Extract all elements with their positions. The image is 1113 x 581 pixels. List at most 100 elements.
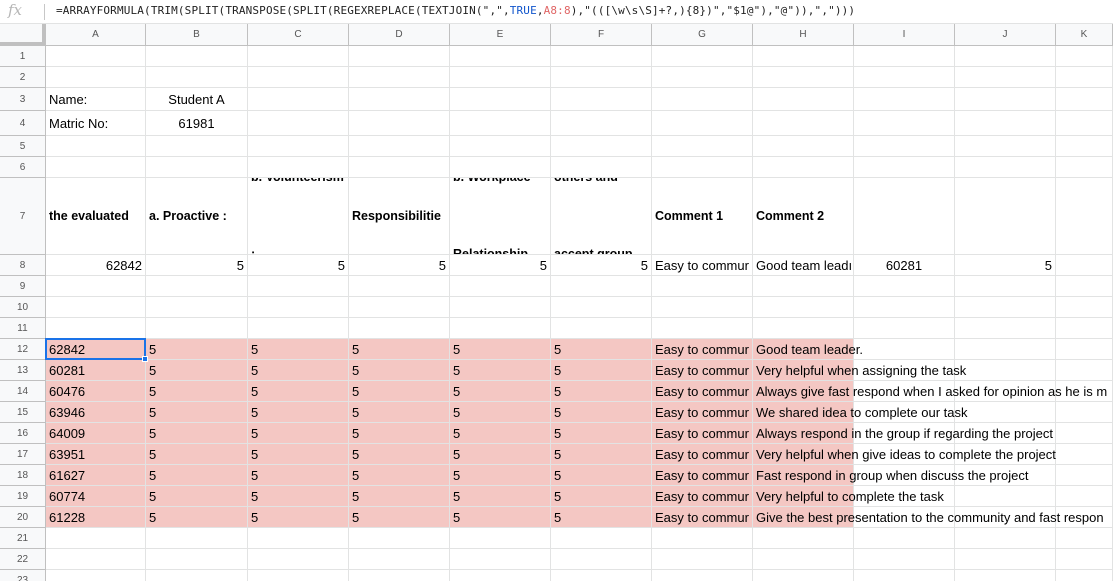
cell-g7[interactable]: Comment 1 [652,178,753,255]
cell-h11[interactable] [753,318,854,339]
cell-g16[interactable]: Easy to commur [652,423,753,444]
cell-d3[interactable] [349,88,450,111]
cell-e22[interactable] [450,549,551,570]
cell-e18[interactable]: 5 [450,465,551,486]
cell-d14[interactable]: 5 [349,381,450,402]
cell-b16[interactable]: 5 [146,423,248,444]
cell-k17[interactable] [1056,444,1113,465]
cell-a18[interactable]: 61627 [46,465,146,486]
cell-e23[interactable] [450,570,551,581]
fill-handle[interactable] [142,356,148,362]
cell-a2[interactable] [46,67,146,88]
row-header-1[interactable]: 1 [0,46,46,67]
cell-j11[interactable] [955,318,1056,339]
cell-g15[interactable]: Easy to commur [652,402,753,423]
cell-g3[interactable] [652,88,753,111]
cell-a5[interactable] [46,136,146,157]
cell-b8[interactable]: 5 [146,255,248,276]
cell-k4[interactable] [1056,111,1113,136]
cell-g17[interactable]: Easy to commur [652,444,753,465]
cell-f8[interactable]: 5 [551,255,652,276]
cell-g11[interactable] [652,318,753,339]
row-header-9[interactable]: 9 [0,276,46,297]
cell-h5[interactable] [753,136,854,157]
cell-i10[interactable] [854,297,955,318]
cell-i2[interactable] [854,67,955,88]
cell-e17[interactable]: 5 [450,444,551,465]
cell-g12[interactable]: Easy to commur [652,339,753,360]
cell-a3[interactable]: Name: [46,88,146,111]
cell-h3[interactable] [753,88,854,111]
cell-e8[interactable]: 5 [450,255,551,276]
cell-g1[interactable] [652,46,753,67]
row-header-15[interactable]: 15 [0,402,46,423]
cell-c10[interactable] [248,297,349,318]
cell-h17[interactable]: Very helpful when give ideas to complete… [753,444,1056,465]
cell-b13[interactable]: 5 [146,360,248,381]
cell-d13[interactable]: 5 [349,360,450,381]
cell-b5[interactable] [146,136,248,157]
cell-d22[interactable] [349,549,450,570]
cell-i22[interactable] [854,549,955,570]
cell-k8[interactable] [1056,255,1113,276]
cell-i4[interactable] [854,111,955,136]
cell-d5[interactable] [349,136,450,157]
column-header-a[interactable]: A [46,24,146,46]
cell-d17[interactable]: 5 [349,444,450,465]
cell-j15[interactable] [955,402,1056,423]
cell-f1[interactable] [551,46,652,67]
row-header-21[interactable]: 21 [0,528,46,549]
cell-a8[interactable]: 62842 [46,255,146,276]
cell-k21[interactable] [1056,528,1113,549]
cell-d1[interactable] [349,46,450,67]
cell-k16[interactable] [1056,423,1113,444]
cell-e19[interactable]: 5 [450,486,551,507]
cell-h6[interactable] [753,157,854,178]
cell-f2[interactable] [551,67,652,88]
cell-a16[interactable]: 64009 [46,423,146,444]
cell-j4[interactable] [955,111,1056,136]
cell-k7[interactable] [1056,178,1113,255]
cell-e6[interactable] [450,157,551,178]
cell-i3[interactable] [854,88,955,111]
cell-k5[interactable] [1056,136,1113,157]
row-header-8[interactable]: 8 [0,255,46,276]
cell-a12[interactable]: 62842 [46,339,146,360]
cell-a11[interactable] [46,318,146,339]
cell-h10[interactable] [753,297,854,318]
cell-c23[interactable] [248,570,349,581]
cell-h4[interactable] [753,111,854,136]
cell-f16[interactable]: 5 [551,423,652,444]
formula-bar[interactable]: fx =ARRAYFORMULA(TRIM(SPLIT(TRANSPOSE(SP… [0,0,1113,24]
cell-a21[interactable] [46,528,146,549]
cell-h8[interactable]: Good team leadı [753,255,854,276]
cell-j1[interactable] [955,46,1056,67]
cell-h19[interactable]: Very helpful to complete the task [753,486,944,507]
row-header-18[interactable]: 18 [0,465,46,486]
cell-b20[interactable]: 5 [146,507,248,528]
cell-c18[interactable]: 5 [248,465,349,486]
cell-c22[interactable] [248,549,349,570]
cell-a20[interactable]: 61228 [46,507,146,528]
cell-g5[interactable] [652,136,753,157]
cell-k15[interactable] [1056,402,1113,423]
cell-d6[interactable] [349,157,450,178]
row-header-17[interactable]: 17 [0,444,46,465]
cell-k22[interactable] [1056,549,1113,570]
cell-e16[interactable]: 5 [450,423,551,444]
cell-e1[interactable] [450,46,551,67]
cell-i9[interactable] [854,276,955,297]
formula-input[interactable]: =ARRAYFORMULA(TRIM(SPLIT(TRANSPOSE(SPLIT… [56,4,855,17]
cell-h16[interactable]: Always respond in the group if regarding… [753,423,1053,444]
cell-d2[interactable] [349,67,450,88]
cell-i5[interactable] [854,136,955,157]
cell-d16[interactable]: 5 [349,423,450,444]
cell-b15[interactable]: 5 [146,402,248,423]
cell-d7[interactable]: a. Job Responsibilitie s [349,178,450,255]
row-header-16[interactable]: 16 [0,423,46,444]
cell-e13[interactable]: 5 [450,360,551,381]
cell-j13[interactable] [955,360,1056,381]
cell-f5[interactable] [551,136,652,157]
cell-b21[interactable] [146,528,248,549]
cell-i12[interactable] [854,339,955,360]
